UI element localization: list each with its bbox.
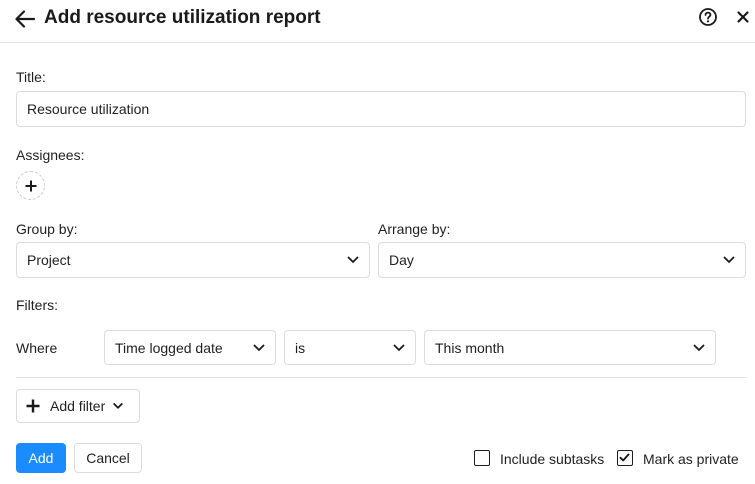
add-filter-label: Add filter (50, 398, 106, 414)
filter-operator-value: is (295, 339, 306, 356)
mark-private-label: Mark as private (643, 451, 739, 467)
cancel-button[interactable]: Cancel (74, 443, 142, 473)
title-input-value: Resource utilization (27, 101, 150, 117)
include-subtasks-checkbox[interactable] (474, 450, 490, 466)
chevron-down-icon (113, 403, 123, 409)
chevron-down-icon (347, 256, 359, 263)
plus-icon (26, 399, 40, 413)
page-title: Add resource utilization report (44, 7, 321, 28)
help-button[interactable] (698, 7, 718, 27)
arrange-by-label: Arrange by: (378, 221, 451, 237)
back-button[interactable] (12, 6, 38, 32)
chevron-down-icon (253, 344, 265, 351)
filter-value-select[interactable]: This month (424, 330, 716, 365)
arrange-by-value: Day (389, 252, 414, 268)
title-label: Title: (16, 69, 46, 85)
chevron-down-icon (723, 256, 735, 263)
filters-label: Filters: (16, 297, 58, 313)
chevron-down-icon (393, 344, 405, 351)
dialog-header: Add resource utilization report (0, 0, 755, 43)
add-assignee-button[interactable] (16, 171, 45, 200)
group-by-value: Project (27, 252, 71, 268)
plus-icon (25, 180, 36, 191)
where-label: Where (16, 340, 58, 356)
title-input[interactable]: Resource utilization (16, 91, 746, 127)
help-circle-icon (699, 8, 717, 26)
group-by-label: Group by: (16, 221, 78, 237)
filter-field-value: Time logged date (115, 339, 223, 356)
add-button[interactable]: Add (16, 443, 66, 473)
filters-divider (16, 377, 747, 378)
close-button[interactable] (734, 8, 752, 26)
arrow-left-icon (15, 10, 35, 28)
filter-operator-select[interactable]: is (284, 330, 416, 365)
filter-value-text: This month (435, 339, 505, 356)
group-by-select[interactable]: Project (16, 242, 370, 278)
mark-private-checkbox[interactable] (617, 450, 633, 466)
filter-field-select[interactable]: Time logged date (104, 330, 276, 365)
chevron-down-icon (693, 344, 705, 351)
arrange-by-select[interactable]: Day (378, 242, 746, 278)
include-subtasks-label: Include subtasks (500, 451, 605, 467)
check-icon (619, 453, 630, 462)
close-icon (737, 11, 749, 23)
add-filter-button[interactable]: Add filter (16, 389, 140, 423)
assignees-label: Assignees: (16, 147, 85, 163)
